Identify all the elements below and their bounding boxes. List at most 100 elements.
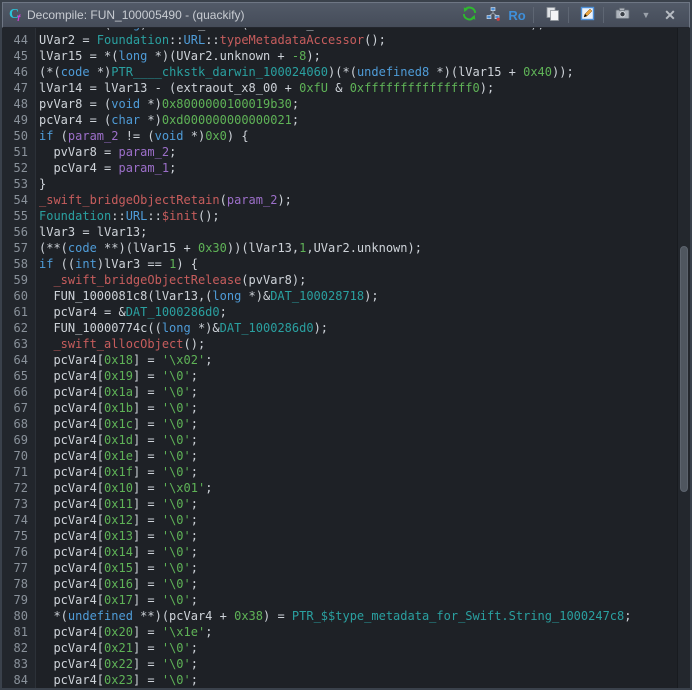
code-line[interactable]: 78 pcVar4[0x16] = '\0'; xyxy=(2,576,677,592)
code-text: pvVar8 = (void *)0x8000000100019b30; xyxy=(36,96,299,112)
code-line[interactable]: 74 pcVar4[0x12] = '\0'; xyxy=(2,512,677,528)
code-line[interactable]: 67 pcVar4[0x1b] = '\0'; xyxy=(2,400,677,416)
code-line[interactable]: 75 pcVar4[0x13] = '\0'; xyxy=(2,528,677,544)
code-line[interactable]: 71 pcVar4[0x1f] = '\0'; xyxy=(2,464,677,480)
line-number: 58 xyxy=(2,256,36,272)
refresh-button[interactable] xyxy=(458,5,480,25)
code-line[interactable]: 53} xyxy=(2,176,677,192)
code-text: pcVar4[0x22] = '\0'; xyxy=(36,656,198,672)
ro-button-label: Ro xyxy=(508,8,525,23)
line-number: 48 xyxy=(2,96,36,112)
titlebar[interactable]: Cf Decompile: FUN_100005490 - (quackify) xyxy=(2,2,690,28)
line-number: 52 xyxy=(2,160,36,176)
code-line[interactable]: 49pcVar4 = (char *)0xd000000000000021; xyxy=(2,112,677,128)
code-line[interactable]: 47lVar14 = lVar13 - (extraout_x8_00 + 0x… xyxy=(2,80,677,96)
code-text: pvVar8 = param_2; xyxy=(36,144,176,160)
code-line[interactable]: 61 pcVar4 = &DAT_1000286d0; xyxy=(2,304,677,320)
code-text: pcVar4[0x1e] = '\0'; xyxy=(36,448,198,464)
toolbar-separator xyxy=(603,7,604,23)
line-number: 83 xyxy=(2,656,36,672)
code-line[interactable]: 79 pcVar4[0x17] = '\0'; xyxy=(2,592,677,608)
decompiler-cf-icon: Cf xyxy=(9,7,27,23)
snapshot-button[interactable] xyxy=(611,5,633,25)
code-text: pcVar4[0x11] = '\0'; xyxy=(36,496,198,512)
code-line[interactable]: 54_swift_bridgeObjectRetain(param_2); xyxy=(2,192,677,208)
code-line[interactable]: 55Foundation::URL::$init(); xyxy=(2,208,677,224)
code-line[interactable]: 73 pcVar4[0x11] = '\0'; xyxy=(2,496,677,512)
ro-button[interactable]: Ro xyxy=(506,5,528,25)
close-button[interactable]: ✕ xyxy=(659,5,681,25)
line-number: 53 xyxy=(2,176,36,192)
code-line[interactable]: 66 pcVar4[0x1a] = '\0'; xyxy=(2,384,677,400)
code-line[interactable]: 56lVar3 = lVar13; xyxy=(2,224,677,240)
line-number: 46 xyxy=(2,64,36,80)
panel-menu-button[interactable]: ▼ xyxy=(635,5,657,25)
code-text: FUN_10000774c((long *)&DAT_1000286d0); xyxy=(36,320,328,336)
edit-icon xyxy=(580,6,595,24)
line-number: 84 xyxy=(2,672,36,688)
code-text: } xyxy=(36,176,46,192)
chevron-down-icon: ▼ xyxy=(642,10,651,20)
code-line[interactable]: 81 pcVar4[0x20] = '\x1e'; xyxy=(2,624,677,640)
line-number: 47 xyxy=(2,80,36,96)
code-text: pcVar4[0x1b] = '\0'; xyxy=(36,400,198,416)
line-number: 62 xyxy=(2,320,36,336)
code-line[interactable]: 64 pcVar4[0x18] = '\x02'; xyxy=(2,352,677,368)
line-number: 63 xyxy=(2,336,36,352)
code-line[interactable]: 52 pcVar4 = param_1; xyxy=(2,160,677,176)
code-line[interactable]: 80 *(undefined **)(pcVar4 + 0x38) = PTR_… xyxy=(2,608,677,624)
code-line[interactable]: 48pvVar8 = (void *)0x8000000100019b30; xyxy=(2,96,677,112)
code-line[interactable]: 69 pcVar4[0x1d] = '\0'; xyxy=(2,432,677,448)
code-text: pcVar4[0x21] = '\0'; xyxy=(36,640,198,656)
line-number: 82 xyxy=(2,640,36,656)
code-line[interactable]: 57(**(code **)(lVar15 + 0x30))(lVar13,1,… xyxy=(2,240,677,256)
code-text: pcVar4[0x18] = '\x02'; xyxy=(36,352,212,368)
line-number: 66 xyxy=(2,384,36,400)
code-line[interactable]: 84 pcVar4[0x23] = '\0'; xyxy=(2,672,677,688)
code-line[interactable]: 70 pcVar4[0x1e] = '\0'; xyxy=(2,448,677,464)
code-line[interactable]: 72 pcVar4[0x10] = '\x01'; xyxy=(2,480,677,496)
code-line[interactable]: 44UVar2 = Foundation::URL::typeMetadataA… xyxy=(2,32,677,48)
decompiler-code: 43lVar13 = (long)&uStack_90 - (extraout_… xyxy=(2,28,677,688)
line-number: 70 xyxy=(2,448,36,464)
code-line[interactable]: 76 pcVar4[0x14] = '\0'; xyxy=(2,544,677,560)
code-text: FUN_1000081c8(lVar13,(long *)&DAT_100028… xyxy=(36,288,379,304)
code-text: pcVar4[0x1d] = '\0'; xyxy=(36,432,198,448)
line-number: 68 xyxy=(2,416,36,432)
code-text: pcVar4[0x19] = '\0'; xyxy=(36,368,198,384)
code-text: _swift_allocObject(); xyxy=(36,336,205,352)
line-number: 59 xyxy=(2,272,36,288)
code-line[interactable]: 62 FUN_10000774c((long *)&DAT_1000286d0)… xyxy=(2,320,677,336)
toolbar-separator xyxy=(568,7,569,23)
line-number: 60 xyxy=(2,288,36,304)
line-number: 57 xyxy=(2,240,36,256)
line-number: 69 xyxy=(2,432,36,448)
line-number: 54 xyxy=(2,192,36,208)
code-line[interactable]: 68 pcVar4[0x1c] = '\0'; xyxy=(2,416,677,432)
code-line[interactable]: 60 FUN_1000081c8(lVar13,(long *)&DAT_100… xyxy=(2,288,677,304)
line-number: 75 xyxy=(2,528,36,544)
code-line[interactable]: 59 _swift_bridgeObjectRelease(pvVar8); xyxy=(2,272,677,288)
line-number: 79 xyxy=(2,592,36,608)
code-line[interactable]: 77 pcVar4[0x15] = '\0'; xyxy=(2,560,677,576)
code-line[interactable]: 63 _swift_allocObject(); xyxy=(2,336,677,352)
code-line[interactable]: 65 pcVar4[0x19] = '\0'; xyxy=(2,368,677,384)
copy-button[interactable] xyxy=(541,5,563,25)
code-line[interactable]: 46(*(code *)PTR____chkstk_darwin_1000240… xyxy=(2,64,677,80)
code-line[interactable]: 51 pvVar8 = param_2; xyxy=(2,144,677,160)
vertical-scrollbar[interactable] xyxy=(677,28,690,688)
code-line[interactable]: 50if (param_2 != (void *)0x0) { xyxy=(2,128,677,144)
code-text: pcVar4[0x23] = '\0'; xyxy=(36,672,198,688)
snapshot-camera-icon xyxy=(615,6,630,24)
code-text: pcVar4[0x13] = '\0'; xyxy=(36,528,198,544)
line-number: 80 xyxy=(2,608,36,624)
scrollbar-thumb[interactable] xyxy=(680,246,688,492)
code-text: pcVar4[0x1a] = '\0'; xyxy=(36,384,198,400)
call-graph-button[interactable] xyxy=(482,5,504,25)
code-line[interactable]: 82 pcVar4[0x21] = '\0'; xyxy=(2,640,677,656)
code-line[interactable]: 83 pcVar4[0x22] = '\0'; xyxy=(2,656,677,672)
code-line[interactable]: 45lVar15 = *(long *)(UVar2.unknown + -8)… xyxy=(2,48,677,64)
code-line[interactable]: 58if ((int)lVar3 == 1) { xyxy=(2,256,677,272)
edit-button[interactable] xyxy=(576,5,598,25)
code-text: pcVar4[0x20] = '\x1e'; xyxy=(36,624,212,640)
